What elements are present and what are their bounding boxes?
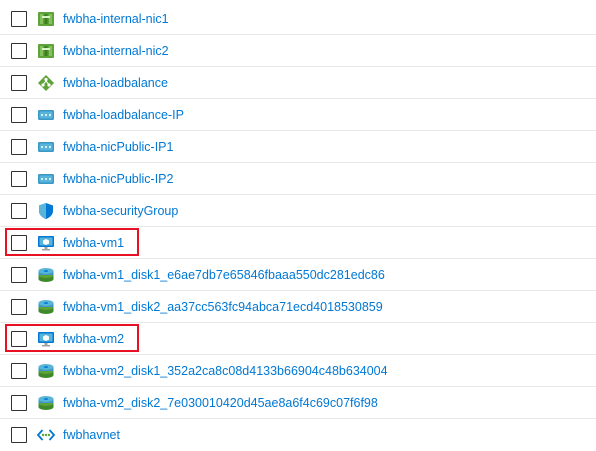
resource-name-link[interactable]: fwbha-vm2_disk2_7e030010420d45ae8a6f4c69…	[63, 395, 378, 411]
resource-name-link[interactable]: fwbha-vm2_disk1_352a2ca8c08d4133b66904c4…	[63, 363, 388, 379]
disk-icon	[37, 394, 55, 412]
resource-row[interactable]: fwbha-nicPublic-IP2	[0, 163, 596, 195]
resource-row[interactable]: fwbha-internal-nic1	[0, 3, 596, 35]
resource-name-link[interactable]: fwbha-vm2	[63, 331, 124, 347]
resource-name-link[interactable]: fwbha-nicPublic-IP1	[63, 139, 173, 155]
resource-name-link[interactable]: fwbha-internal-nic2	[63, 43, 169, 59]
resource-list: fwbha-internal-nic1 fwbha-internal-nic2 fw…	[0, 0, 596, 446]
resource-name-link[interactable]: fwbha-loadbalance-IP	[63, 107, 184, 123]
resource-row[interactable]: fwbhavnet	[0, 419, 596, 451]
resource-row[interactable]: fwbha-nicPublic-IP1	[0, 131, 596, 163]
row-checkbox[interactable]	[11, 203, 27, 219]
load-balancer-icon	[37, 74, 55, 92]
resource-row[interactable]: fwbha-loadbalance-IP	[0, 99, 596, 131]
resource-row[interactable]: fwbha-vm1	[0, 227, 596, 259]
row-checkbox[interactable]	[11, 363, 27, 379]
row-checkbox[interactable]	[11, 235, 27, 251]
virtual-network-icon	[37, 426, 55, 444]
row-checkbox[interactable]	[11, 107, 27, 123]
resource-name-link[interactable]: fwbha-loadbalance	[63, 75, 168, 91]
virtual-machine-icon	[37, 330, 55, 348]
virtual-machine-icon	[37, 234, 55, 252]
network-security-group-icon	[37, 202, 55, 220]
resource-name-link[interactable]: fwbha-vm1_disk1_e6ae7db7e65846fbaaa550dc…	[63, 267, 385, 283]
row-checkbox[interactable]	[11, 171, 27, 187]
resource-row[interactable]: fwbha-vm1_disk1_e6ae7db7e65846fbaaa550dc…	[0, 259, 596, 291]
resource-name-link[interactable]: fwbhavnet	[63, 427, 120, 443]
resource-row[interactable]: fwbha-securityGroup	[0, 195, 596, 227]
row-checkbox[interactable]	[11, 331, 27, 347]
network-interface-icon	[37, 10, 55, 28]
disk-icon	[37, 266, 55, 284]
row-checkbox[interactable]	[11, 43, 27, 59]
resource-name-link[interactable]: fwbha-nicPublic-IP2	[63, 171, 173, 187]
resource-row[interactable]: fwbha-vm1_disk2_aa37cc563fc94abca71ecd40…	[0, 291, 596, 323]
resource-name-link[interactable]: fwbha-internal-nic1	[63, 11, 169, 27]
row-checkbox[interactable]	[11, 139, 27, 155]
disk-icon	[37, 362, 55, 380]
row-checkbox[interactable]	[11, 427, 27, 443]
resource-row[interactable]: fwbha-vm2_disk1_352a2ca8c08d4133b66904c4…	[0, 355, 596, 387]
public-ip-icon	[37, 138, 55, 156]
row-checkbox[interactable]	[11, 395, 27, 411]
row-checkbox[interactable]	[11, 75, 27, 91]
row-checkbox[interactable]	[11, 267, 27, 283]
resource-row[interactable]: fwbha-vm2	[0, 323, 596, 355]
row-checkbox[interactable]	[11, 299, 27, 315]
public-ip-icon	[37, 106, 55, 124]
resource-name-link[interactable]: fwbha-securityGroup	[63, 203, 178, 219]
resource-row[interactable]: fwbha-loadbalance	[0, 67, 596, 99]
row-checkbox[interactable]	[11, 11, 27, 27]
resource-name-link[interactable]: fwbha-vm1_disk2_aa37cc563fc94abca71ecd40…	[63, 299, 383, 315]
resource-row[interactable]: fwbha-internal-nic2	[0, 35, 596, 67]
network-interface-icon	[37, 42, 55, 60]
public-ip-icon	[37, 170, 55, 188]
resource-row[interactable]: fwbha-vm2_disk2_7e030010420d45ae8a6f4c69…	[0, 387, 596, 419]
disk-icon	[37, 298, 55, 316]
resource-name-link[interactable]: fwbha-vm1	[63, 235, 124, 251]
